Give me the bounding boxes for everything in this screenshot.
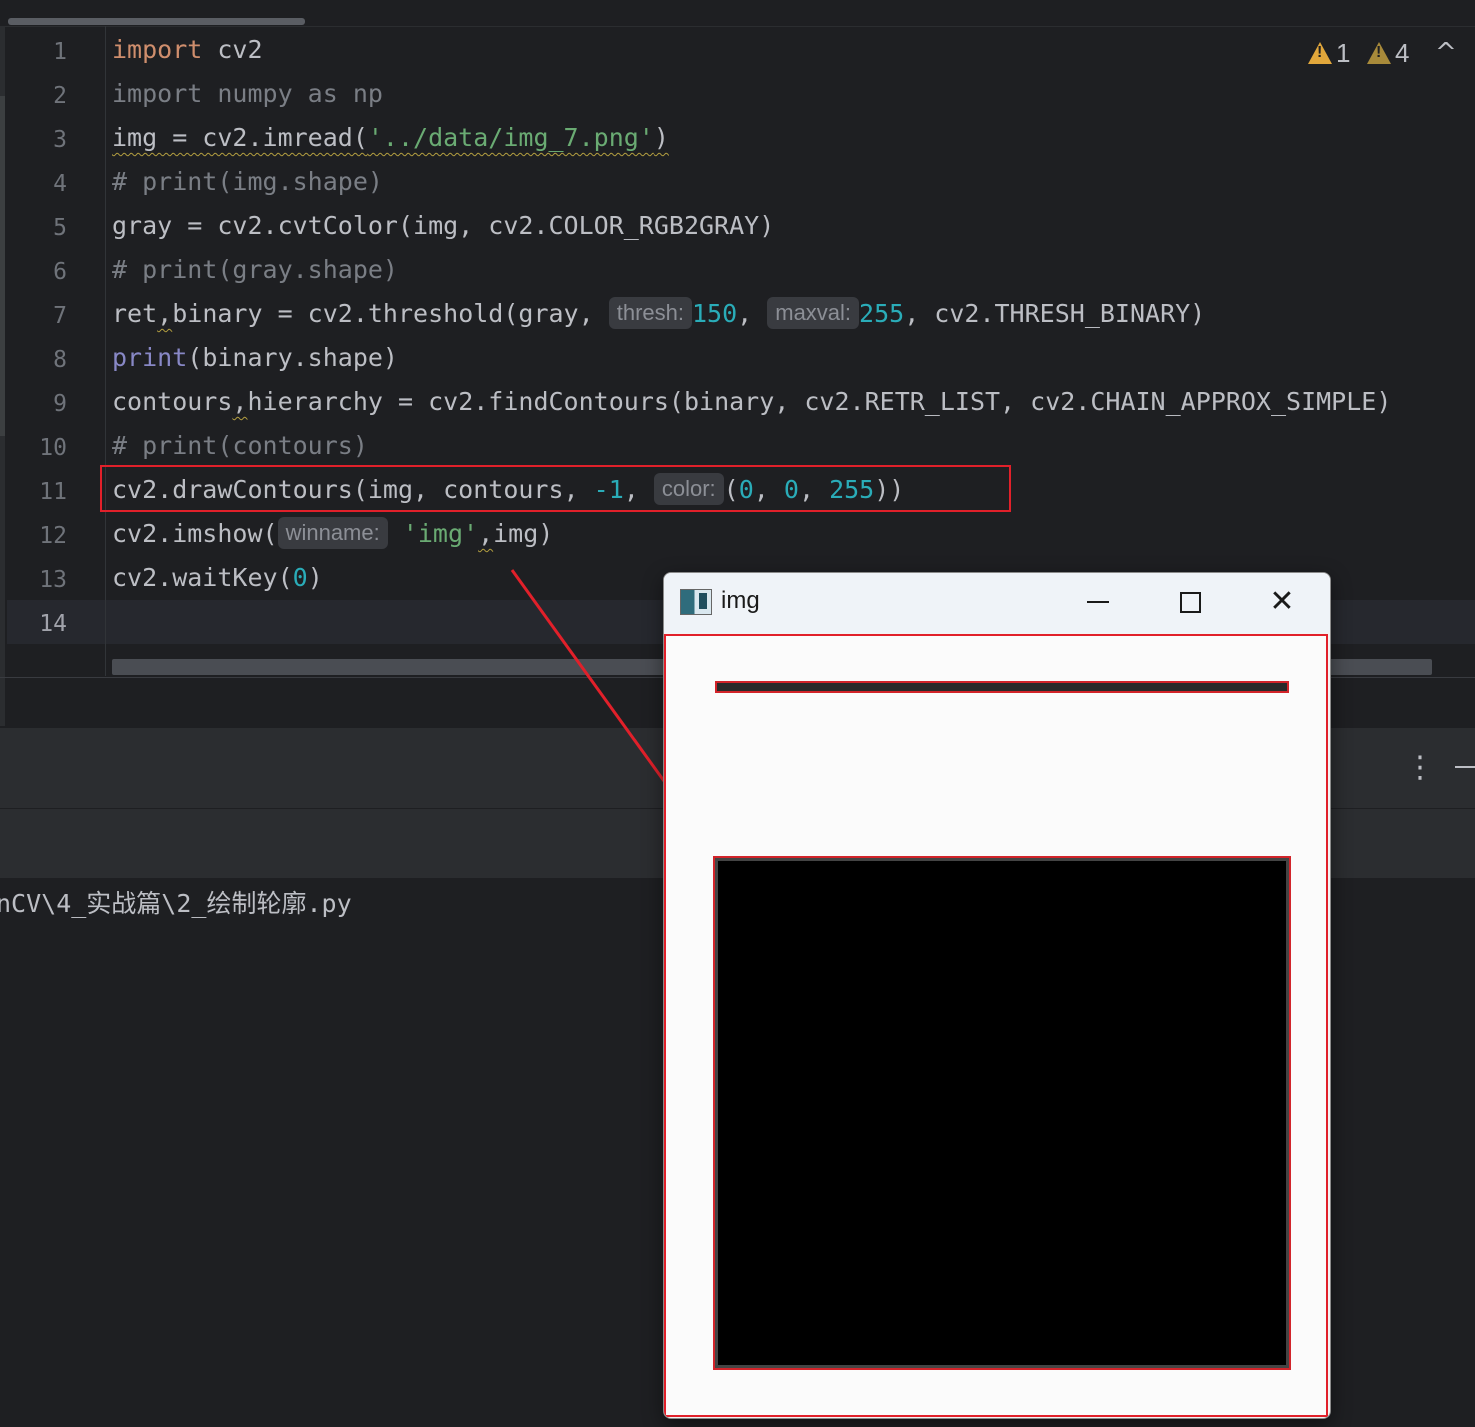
app-icon: [680, 589, 712, 615]
window-titlebar[interactable]: img ✕: [664, 573, 1330, 633]
arrow-shaft: [510, 569, 684, 807]
contoured-rectangle-shape: [713, 856, 1291, 1370]
minimize-icon: [1087, 601, 1109, 603]
minimize-button[interactable]: [1066, 573, 1130, 631]
window-title: img: [721, 587, 760, 614]
image-canvas: [664, 634, 1328, 1417]
contoured-bar-shape: [715, 681, 1289, 693]
maximize-button[interactable]: [1158, 573, 1222, 631]
close-button[interactable]: ✕: [1250, 573, 1314, 631]
maximize-icon: [1179, 591, 1201, 613]
close-icon: ✕: [1269, 584, 1295, 619]
opencv-image-window[interactable]: img ✕: [663, 572, 1331, 1419]
